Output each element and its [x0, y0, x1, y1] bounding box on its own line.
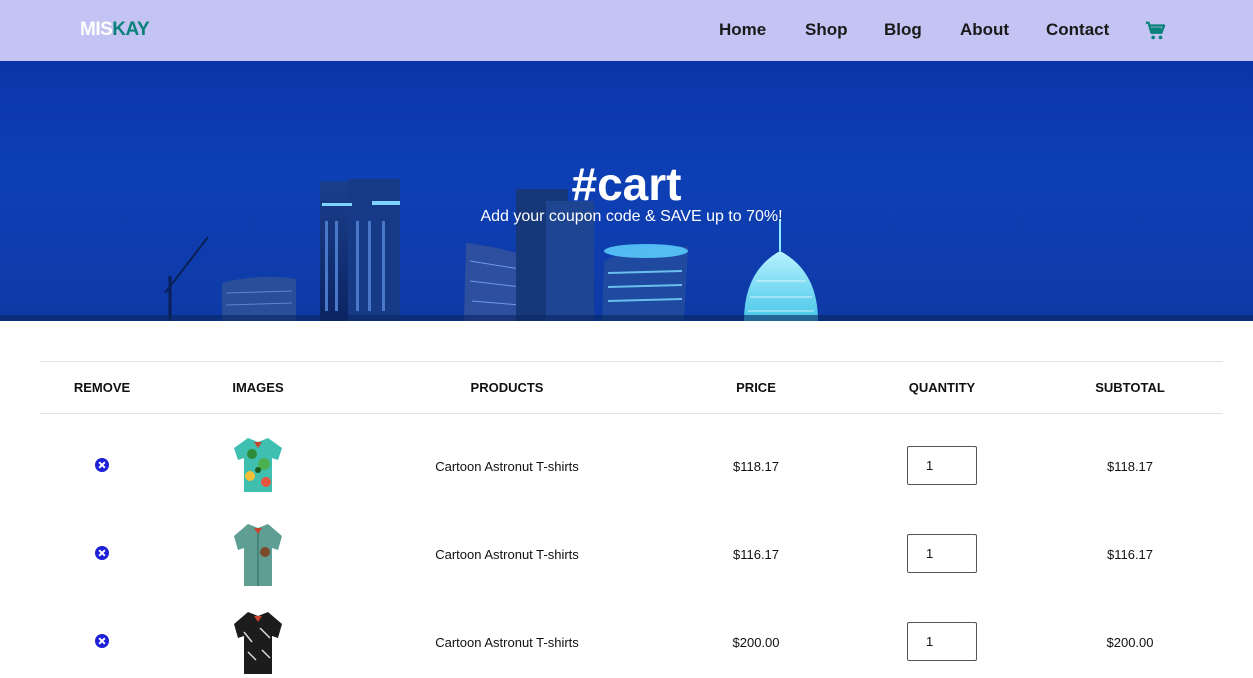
table-row: Cartoon Astronut T-shirts $118.17 $118.1… [40, 414, 1223, 502]
product-name[interactable]: Cartoon Astronut T-shirts [435, 459, 579, 474]
quantity-input[interactable] [907, 446, 977, 485]
header-images: IMAGES [232, 380, 284, 395]
header-subtotal: SUBTOTAL [1095, 380, 1165, 395]
product-image-tropical-shirt [234, 438, 282, 492]
product-image-teal-shirt [234, 524, 282, 586]
cart-table: REMOVE IMAGES PRODUCTS PRICE QUANTITY SU… [40, 361, 1223, 678]
nav-blog[interactable]: Blog [884, 20, 922, 40]
header-products: PRODUCTS [470, 380, 544, 395]
product-subtotal: $200.00 [1106, 635, 1154, 650]
product-subtotal: $118.17 [1106, 459, 1154, 474]
table-row: Cartoon Astronut T-shirts $116.17 $116.1… [40, 502, 1223, 590]
product-image-black-shirt [234, 612, 282, 674]
quantity-input[interactable] [907, 534, 977, 573]
hero-banner: #cart Add your coupon code & SAVE up to … [0, 61, 1253, 321]
quantity-input[interactable] [907, 622, 977, 661]
logo-part-1: MIS [80, 19, 113, 40]
product-subtotal: $116.17 [1106, 547, 1154, 562]
remove-icon[interactable] [95, 546, 109, 560]
logo-part-2: KAY [112, 19, 150, 40]
product-price: $116.17 [732, 547, 780, 562]
header-remove: REMOVE [73, 380, 131, 395]
nav-about[interactable]: About [960, 20, 1009, 40]
product-name[interactable]: Cartoon Astronut T-shirts [435, 635, 579, 650]
remove-icon[interactable] [95, 458, 109, 472]
header-quantity: QUANTITY [908, 380, 976, 395]
product-name[interactable]: Cartoon Astronut T-shirts [435, 547, 579, 562]
hero-subtitle: Add your coupon code & SAVE up to 70%! [480, 208, 783, 225]
header-price: PRICE [736, 380, 776, 395]
nav-home[interactable]: Home [719, 20, 766, 40]
shopping-cart-icon[interactable] [1144, 20, 1166, 42]
nav-shop[interactable]: Shop [805, 20, 848, 40]
table-header: REMOVE IMAGES PRODUCTS PRICE QUANTITY SU… [40, 361, 1223, 414]
page-title: #cart [571, 158, 682, 210]
table-row: Cartoon Astronut T-shirts $200.00 $200.0… [40, 590, 1223, 678]
site-header: MISKAY Home Shop Blog About Contact [0, 0, 1253, 61]
product-price: $200.00 [732, 635, 780, 650]
product-price: $118.17 [732, 459, 780, 474]
logo[interactable]: MISKAY [80, 19, 150, 41]
nav-contact[interactable]: Contact [1046, 20, 1109, 40]
remove-icon[interactable] [95, 634, 109, 648]
